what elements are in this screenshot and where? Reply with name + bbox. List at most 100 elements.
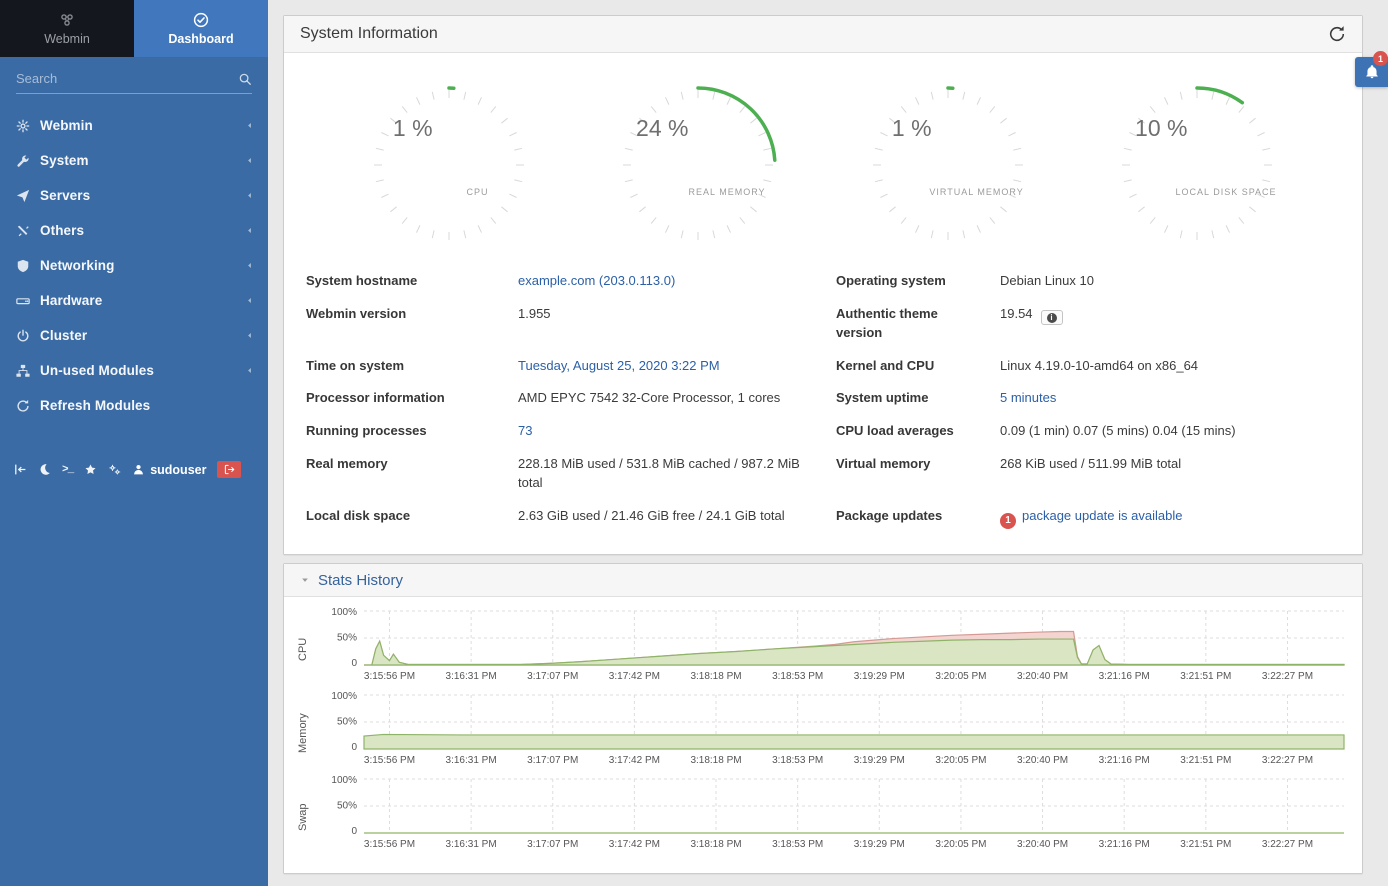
collapse-sidebar-icon[interactable]	[14, 463, 27, 476]
gauge-virtual-memory: 1 % VIRTUAL MEMORY	[858, 75, 1038, 255]
sidebar-item-hardware[interactable]: Hardware	[0, 283, 268, 318]
info-icon: i	[1047, 313, 1057, 323]
gauge-dial	[1107, 75, 1287, 255]
sidebar-item-networking[interactable]: Networking	[0, 248, 268, 283]
info-label: Package updates	[836, 500, 1000, 536]
sidebar-item-label: Webmin	[40, 118, 245, 133]
user-icon	[132, 463, 145, 476]
chart-axis-title: Swap	[290, 779, 316, 855]
gauge-dial	[359, 75, 539, 255]
info-value: Tuesday, August 25, 2020 3:22 PM	[518, 350, 836, 383]
sidebar-item-label: Cluster	[40, 328, 245, 343]
hostname-link[interactable]: example.com (203.0.113.0)	[518, 273, 675, 288]
info-value: 228.18 MiB used / 531.8 MiB cached / 987…	[518, 448, 836, 500]
terminal-icon[interactable]: >_	[62, 464, 73, 476]
x-tick-label: 3:19:29 PM	[854, 755, 905, 766]
chart-x-labels: 3:15:56 PM3:16:31 PM3:17:07 PM3:17:42 PM…	[364, 665, 1344, 687]
sidebar-item-system[interactable]: System	[0, 143, 268, 178]
sidebar-item-others[interactable]: Others	[0, 213, 268, 248]
uptime-link[interactable]: 5 minutes	[1000, 390, 1056, 405]
gauge-label: CPU	[416, 187, 538, 197]
time-link[interactable]: Tuesday, August 25, 2020 3:22 PM	[518, 358, 720, 373]
chart-y-ticks: 100%50%0	[316, 779, 364, 833]
search-icon[interactable]	[238, 72, 252, 86]
info-value: 1.955	[518, 298, 836, 350]
power-icon	[16, 329, 40, 343]
stats-history-title[interactable]: Stats History	[318, 572, 403, 589]
chevron-left-icon	[245, 366, 254, 375]
logout-button[interactable]	[217, 461, 241, 478]
info-value: Linux 4.19.0-10-amd64 on x86_64	[1000, 350, 1340, 383]
x-tick-label: 3:21:51 PM	[1180, 671, 1231, 682]
x-tick-label: 3:22:27 PM	[1262, 755, 1313, 766]
x-tick-label: 3:18:53 PM	[772, 839, 823, 850]
sidebar-item-label: Others	[40, 223, 245, 238]
system-information-header: System Information	[284, 16, 1362, 53]
gauge-value: 10 %	[1107, 115, 1215, 142]
x-tick-label: 3:18:53 PM	[772, 671, 823, 682]
sidebar-item-label: Servers	[40, 188, 245, 203]
x-tick-label: 3:22:27 PM	[1262, 671, 1313, 682]
chevron-left-icon	[245, 156, 254, 165]
sitemap-icon	[16, 364, 40, 378]
x-tick-label: 3:18:18 PM	[690, 839, 741, 850]
sidebar-item-refresh-modules[interactable]: Refresh Modules	[0, 388, 268, 423]
caret-down-icon[interactable]	[300, 575, 310, 585]
sidebar-item-webmin[interactable]: Webmin	[0, 108, 268, 143]
x-tick-label: 3:18:53 PM	[772, 755, 823, 766]
x-tick-label: 3:18:18 PM	[690, 755, 741, 766]
x-tick-label: 3:18:18 PM	[690, 671, 741, 682]
refresh-page-icon[interactable]	[1328, 25, 1346, 43]
info-label: System uptime	[836, 382, 1000, 415]
stats-history-header[interactable]: Stats History	[284, 564, 1362, 597]
sidebar-item-label: Refresh Modules	[40, 398, 254, 413]
sidebar-item-servers[interactable]: Servers	[0, 178, 268, 213]
sidebar-item-unused-modules[interactable]: Un-used Modules	[0, 353, 268, 388]
x-tick-label: 3:17:07 PM	[527, 755, 578, 766]
user-menu[interactable]: sudouser	[132, 463, 206, 477]
tab-webmin[interactable]: Webmin	[0, 0, 134, 57]
package-updates-link[interactable]: package update is available	[1022, 508, 1182, 523]
info-value: 1 package update is available	[1000, 500, 1340, 536]
shield-icon	[16, 259, 40, 273]
x-tick-label: 3:21:16 PM	[1099, 755, 1150, 766]
theme-info-badge[interactable]: i	[1041, 310, 1063, 325]
x-tick-label: 3:21:16 PM	[1099, 839, 1150, 850]
sidebar-item-label: Hardware	[40, 293, 245, 308]
info-value: 268 KiB used / 511.99 MiB total	[1000, 448, 1340, 500]
favorites-icon[interactable]	[84, 463, 97, 476]
theme-settings-icon[interactable]	[108, 463, 121, 476]
info-value: AMD EPYC 7542 32-Core Processor, 1 cores	[518, 382, 836, 415]
sidebar-menu: Webmin System Servers Others Networking …	[0, 108, 268, 423]
chart-swap: Swap100%50%03:15:56 PM3:16:31 PM3:17:07 …	[290, 779, 1344, 855]
x-tick-label: 3:21:51 PM	[1180, 839, 1231, 850]
gauge-label: VIRTUAL MEMORY	[915, 187, 1037, 197]
info-value: 5 minutes	[1000, 382, 1340, 415]
sidebar-item-cluster[interactable]: Cluster	[0, 318, 268, 353]
info-label: Time on system	[306, 350, 518, 383]
notifications-button[interactable]: 1	[1355, 57, 1388, 87]
x-tick-label: 3:19:29 PM	[854, 839, 905, 850]
updates-count-badge: 1	[1000, 513, 1016, 529]
info-label: System hostname	[306, 265, 518, 298]
gauge-cpu: 1 % CPU	[359, 75, 539, 255]
search-input[interactable]	[16, 71, 238, 86]
chevron-left-icon	[245, 121, 254, 130]
processes-link[interactable]: 73	[518, 423, 532, 438]
chart-plot	[364, 695, 1344, 749]
tools-icon	[16, 224, 40, 238]
x-tick-label: 3:16:31 PM	[446, 839, 497, 850]
x-tick-label: 3:20:05 PM	[935, 671, 986, 682]
page-title: System Information	[300, 25, 438, 43]
paper-plane-icon	[16, 189, 40, 203]
notifications-badge: 1	[1373, 51, 1388, 66]
x-tick-label: 3:20:40 PM	[1017, 671, 1068, 682]
chevron-left-icon	[245, 226, 254, 235]
bell-icon	[1365, 65, 1379, 79]
tab-dashboard[interactable]: Dashboard	[134, 0, 268, 57]
chart-plot	[364, 779, 1344, 833]
info-value: 19.54i	[1000, 298, 1340, 350]
night-mode-icon[interactable]	[38, 463, 51, 476]
gauge-value: 24 %	[608, 115, 716, 142]
sidebar-item-label: System	[40, 153, 245, 168]
